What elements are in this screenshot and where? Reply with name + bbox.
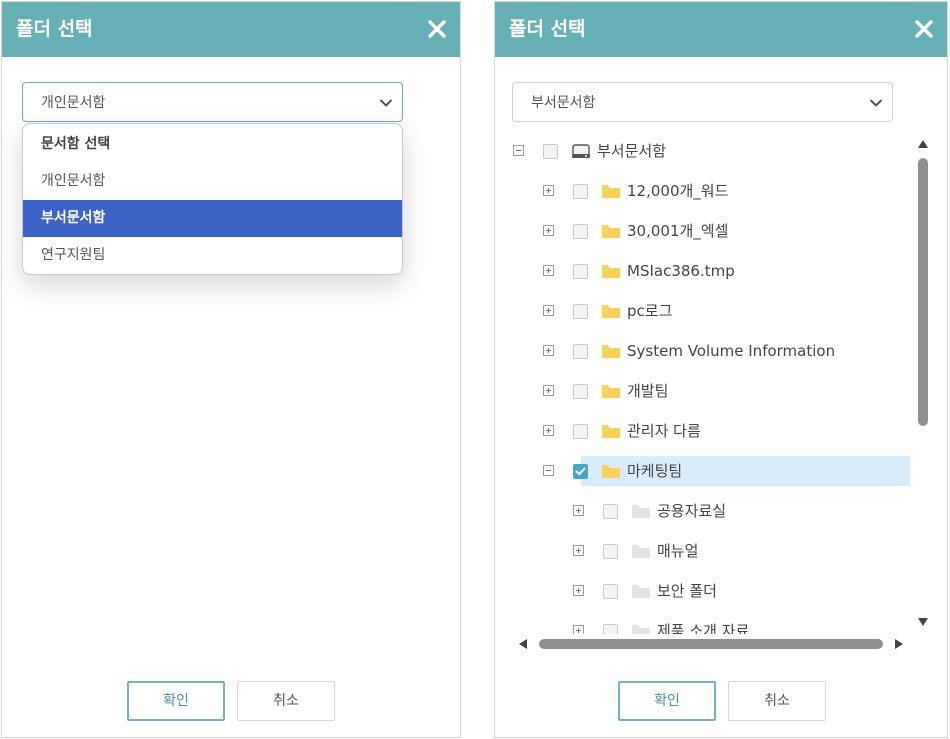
folder-select-dialog-right: 폴더 선택 부서문서함 부서문서함 12,000개_워드 30,001개_엑셀 MSI… xyxy=(494,1,948,738)
checkbox[interactable] xyxy=(573,344,588,359)
expand-icon[interactable] xyxy=(543,385,554,396)
folder-icon xyxy=(602,265,620,278)
tree-node[interactable]: 12,000개_워드 xyxy=(505,176,905,206)
expand-icon[interactable] xyxy=(573,505,584,516)
tree-node[interactable]: pc로그 xyxy=(505,296,905,326)
dropdown-option-selected[interactable]: 부서문서함 xyxy=(23,200,402,237)
vertical-scrollbar[interactable] xyxy=(916,132,930,632)
folder-icon xyxy=(602,305,620,318)
folder-icon xyxy=(602,225,620,238)
expand-icon[interactable] xyxy=(573,625,584,634)
folder-icon xyxy=(602,385,620,398)
folder-icon xyxy=(602,425,620,438)
tree-node-label: 개발팀 xyxy=(627,382,669,400)
tree-node[interactable]: 제품 소개 자료 xyxy=(505,616,905,634)
checkbox[interactable] xyxy=(603,584,618,599)
tree-node[interactable]: 보안 폴더 xyxy=(505,576,905,606)
tree-node-label: 12,000개_워드 xyxy=(627,182,729,200)
tree-node[interactable]: 개발팀 xyxy=(505,376,905,406)
select-value: 개인문서함 xyxy=(41,95,106,111)
tree-node[interactable]: System Volume Information xyxy=(505,336,905,366)
folder-icon xyxy=(602,185,620,198)
folder-gray-icon xyxy=(632,505,650,518)
folder-tree: 부서문서함 12,000개_워드 30,001개_엑셀 MSIac386.tmp pc로… xyxy=(505,130,910,634)
scrollbar-thumb[interactable] xyxy=(539,639,883,649)
confirm-button[interactable]: 확인 xyxy=(618,681,716,721)
cancel-button[interactable]: 취소 xyxy=(728,681,826,721)
collapse-icon[interactable] xyxy=(513,145,524,156)
dialog-title: 폴더 선택 xyxy=(16,18,93,40)
checkbox[interactable] xyxy=(543,144,558,159)
checkbox[interactable] xyxy=(573,304,588,319)
tree-node-label: MSIac386.tmp xyxy=(627,262,735,280)
tree-node-label: pc로그 xyxy=(627,302,673,320)
collapse-icon[interactable] xyxy=(543,465,554,476)
folder-icon xyxy=(602,465,620,478)
expand-icon[interactable] xyxy=(543,305,554,316)
cancel-button[interactable]: 취소 xyxy=(237,681,335,721)
expand-icon[interactable] xyxy=(543,425,554,436)
chevron-down-icon xyxy=(870,99,882,107)
tree-node-label: 부서문서함 xyxy=(597,142,667,160)
folder-select-dialog-left: 폴더 선택 개인문서함 문서함 선택 개인문서함 부서문서함 연구지원팀 확인 … xyxy=(1,1,461,738)
expand-icon[interactable] xyxy=(543,185,554,196)
folder-icon xyxy=(602,345,620,358)
tree-node-label: 공용자료실 xyxy=(657,502,727,520)
tree-node[interactable]: 매뉴얼 xyxy=(505,536,905,566)
tree-node-label: 관리자 다름 xyxy=(627,422,701,440)
confirm-button[interactable]: 확인 xyxy=(127,681,225,721)
expand-icon[interactable] xyxy=(573,585,584,596)
expand-icon[interactable] xyxy=(543,225,554,236)
checkbox[interactable] xyxy=(573,224,588,239)
checkbox[interactable] xyxy=(603,544,618,559)
expand-icon[interactable] xyxy=(543,345,554,356)
tree-node[interactable]: 관리자 다름 xyxy=(505,416,905,446)
drive-icon xyxy=(572,144,590,158)
folder-gray-icon xyxy=(632,625,650,634)
document-box-select[interactable]: 개인문서함 xyxy=(22,82,403,122)
expand-icon[interactable] xyxy=(543,265,554,276)
tree-node[interactable]: 30,001개_엑셀 xyxy=(505,216,905,246)
document-box-select[interactable]: 부서문서함 xyxy=(512,82,893,122)
dropdown-option[interactable]: 문서함 선택 xyxy=(23,126,402,163)
tree-node-label: 매뉴얼 xyxy=(657,542,699,560)
dialog-titlebar: 폴더 선택 xyxy=(2,2,460,57)
tree-node-label: 보안 폴더 xyxy=(657,582,717,600)
tree-node[interactable]: 부서문서함 xyxy=(505,136,905,166)
tree-node-label: 30,001개_엑셀 xyxy=(627,222,729,240)
tree-node-label: 제품 소개 자료 xyxy=(657,622,750,634)
tree-node[interactable]: 공용자료실 xyxy=(505,496,905,526)
scroll-right-arrow-icon[interactable] xyxy=(895,639,903,649)
scroll-down-arrow-icon[interactable] xyxy=(918,618,928,626)
checkbox[interactable] xyxy=(573,384,588,399)
chevron-down-icon xyxy=(380,99,392,107)
tree-node-label: 마케팅팀 xyxy=(627,462,683,480)
tree-node[interactable]: MSIac386.tmp xyxy=(505,256,905,286)
dropdown-option[interactable]: 개인문서함 xyxy=(23,163,402,200)
select-dropdown-list: 문서함 선택 개인문서함 부서문서함 연구지원팀 xyxy=(22,123,403,275)
scroll-left-arrow-icon[interactable] xyxy=(519,639,527,649)
scrollbar-thumb[interactable] xyxy=(918,158,928,426)
folder-gray-icon xyxy=(632,585,650,598)
checkbox[interactable] xyxy=(603,624,618,634)
checkbox[interactable] xyxy=(573,264,588,279)
expand-icon[interactable] xyxy=(573,545,584,556)
dialog-titlebar: 폴더 선택 xyxy=(495,2,947,57)
scroll-up-arrow-icon[interactable] xyxy=(918,140,928,148)
dialog-title: 폴더 선택 xyxy=(509,18,586,40)
folder-gray-icon xyxy=(632,545,650,558)
tree-node[interactable]: 마케팅팀 xyxy=(543,456,910,486)
horizontal-scrollbar[interactable] xyxy=(515,636,909,652)
checkbox[interactable] xyxy=(603,504,618,519)
select-value: 부서문서함 xyxy=(531,95,596,111)
tree-node-label: System Volume Information xyxy=(627,342,836,360)
checkbox[interactable] xyxy=(573,424,588,439)
dropdown-option[interactable]: 연구지원팀 xyxy=(23,237,402,274)
checkbox[interactable] xyxy=(573,184,588,199)
close-icon[interactable] xyxy=(422,14,452,44)
close-icon[interactable] xyxy=(909,14,939,44)
checkbox-checked[interactable] xyxy=(573,464,588,479)
